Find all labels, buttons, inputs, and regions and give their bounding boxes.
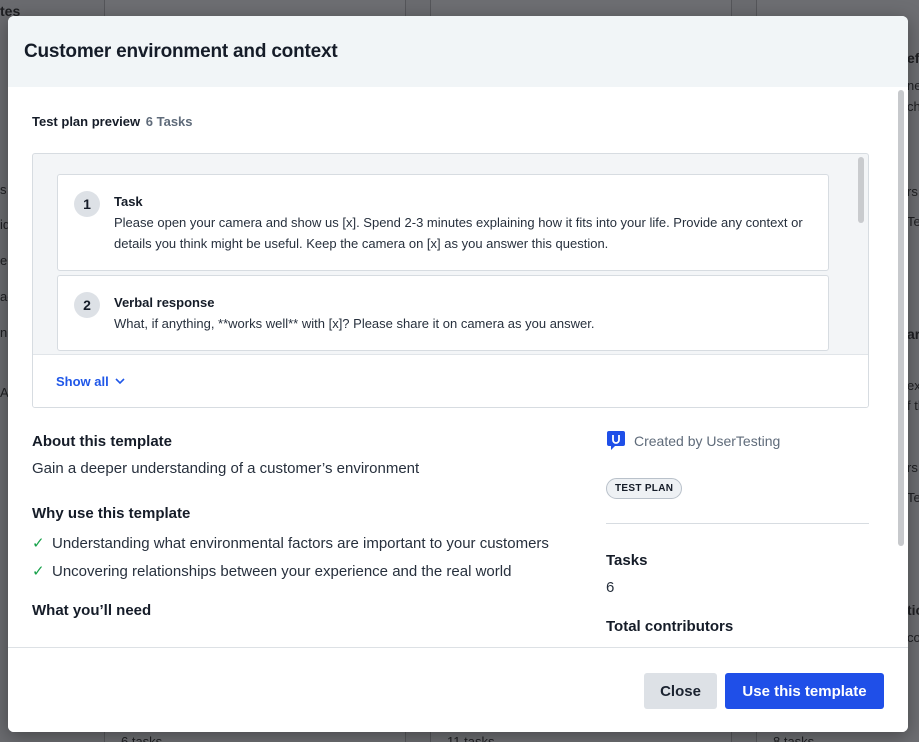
- modal-title: Customer environment and context: [24, 40, 338, 62]
- modal-footer: Close Use this template: [8, 647, 908, 732]
- created-by: Created by UserTesting: [606, 430, 869, 452]
- template-details: About this template Gain a deeper unders…: [32, 433, 552, 619]
- task-count: 6 Tasks: [145, 114, 193, 129]
- list-item: ✓ Uncovering relationships between your …: [32, 560, 552, 584]
- background-text: Te: [907, 214, 919, 229]
- background-text: 11 tasks: [447, 734, 495, 742]
- task-description: What, if anything, **works well** with […: [114, 316, 595, 331]
- why-item-text: Uncovering relationships between your ex…: [52, 563, 512, 580]
- task-title: Verbal response: [114, 295, 215, 310]
- modal-body: Test plan preview 6 Tasks 1 Task Please …: [8, 87, 908, 647]
- template-meta: Created by UserTesting TEST PLAN Tasks 6…: [606, 430, 869, 635]
- task-list: 1 Task Please open your camera and show …: [33, 154, 854, 354]
- task-description: Please open your camera and show us [x].…: [114, 215, 803, 251]
- created-by-text: Created by UserTesting: [634, 433, 781, 449]
- why-title: Why use this template: [32, 505, 191, 522]
- next-section-title: What you’ll need: [32, 602, 152, 619]
- preview-scrollbar[interactable]: [858, 157, 864, 223]
- test-plan-preview-heading: Test plan preview 6 Tasks: [32, 114, 193, 129]
- tasks-value: 6: [606, 579, 615, 596]
- contributors-label: Total contributors: [606, 618, 734, 635]
- check-icon: ✓: [32, 535, 45, 552]
- show-all-link[interactable]: Show all: [56, 374, 125, 389]
- task-card: 2 Verbal response What, if anything, **w…: [57, 275, 829, 351]
- tasks-label: Tasks: [606, 552, 648, 569]
- preview-heading-label: Test plan preview: [32, 114, 141, 129]
- use-template-button[interactable]: Use this template: [725, 673, 884, 709]
- why-item-text: Understanding what environmental factors…: [52, 535, 549, 552]
- divider: [606, 523, 869, 524]
- check-icon: ✓: [32, 563, 45, 580]
- modal-header: Customer environment and context: [8, 16, 908, 87]
- background-text: 8 tasks: [773, 734, 815, 742]
- usertesting-logo-icon: [607, 431, 625, 450]
- task-card: 1 Task Please open your camera and show …: [57, 174, 829, 271]
- background-text: rs: [907, 460, 918, 475]
- background-text: rs: [907, 184, 918, 199]
- background-text: ch: [907, 99, 919, 114]
- task-number: 2: [74, 292, 100, 318]
- background-text: co: [907, 630, 919, 645]
- task-number: 1: [74, 191, 100, 217]
- close-button[interactable]: Close: [644, 673, 717, 709]
- background-text: 6 tasks: [121, 734, 163, 742]
- background-text: tio: [907, 602, 919, 618]
- background-text: ne: [907, 78, 919, 93]
- background-text: n: [0, 325, 8, 340]
- background-text: ef: [907, 50, 919, 66]
- background-text: f th: [907, 398, 919, 413]
- show-all-label: Show all: [56, 374, 109, 389]
- background-text: s: [0, 182, 7, 197]
- list-item: ✓ Understanding what environmental facto…: [32, 532, 552, 556]
- test-plan-badge: TEST PLAN: [606, 478, 683, 499]
- modal-scrollbar[interactable]: [898, 90, 904, 546]
- template-modal: Customer environment and context Test pl…: [8, 16, 908, 732]
- task-title: Task: [114, 194, 143, 209]
- background-text: ex: [907, 378, 919, 393]
- show-all-bar: Show all: [33, 354, 868, 407]
- about-text: Gain a deeper understanding of a custome…: [32, 460, 420, 477]
- background-text: Te: [907, 490, 919, 505]
- background-text: ar: [907, 326, 919, 342]
- about-title: About this template: [32, 433, 173, 450]
- test-plan-preview: 1 Task Please open your camera and show …: [32, 153, 869, 408]
- chevron-down-icon: [115, 378, 125, 385]
- why-list: ✓ Understanding what environmental facto…: [32, 532, 552, 584]
